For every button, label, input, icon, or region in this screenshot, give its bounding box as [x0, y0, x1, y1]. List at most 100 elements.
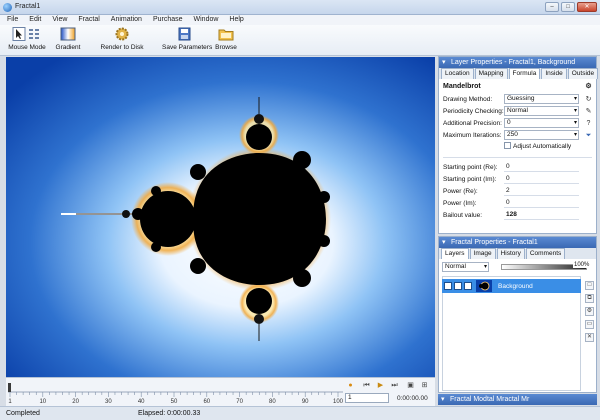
opacity-value: 100%: [573, 262, 591, 268]
tab-outside[interactable]: Outside: [567, 68, 599, 79]
iterations-select[interactable]: 250: [504, 130, 579, 140]
menu-window[interactable]: Window: [187, 15, 223, 25]
timeline-tick-label: 40: [138, 399, 145, 404]
layer-thumbnail: [476, 280, 492, 292]
timeline-tick-label: 60: [203, 399, 210, 404]
render-animation-button[interactable]: ▣: [406, 381, 415, 390]
fractal-properties-panel: Fractal Properties - Fractal1 Layers Ima…: [438, 236, 597, 393]
animation-timeline[interactable]: 1 10 20 30 40 50 60 70 80 90 100 ● ⏮ ▶ ⏭ ▣ ⊞ 1 0:0…: [6, 377, 435, 406]
folder-icon: [218, 29, 234, 41]
maximize-button[interactable]: □: [561, 2, 575, 12]
timeline-playhead[interactable]: [8, 383, 11, 392]
drawing-method-row: Drawing Method: Guessing ↻: [443, 94, 592, 106]
fractal-canvas[interactable]: [6, 57, 435, 377]
window-title: Fractal1: [15, 3, 41, 10]
merge-layer-icon[interactable]: ▭: [585, 320, 594, 329]
tab-layers[interactable]: Layers: [441, 248, 469, 259]
layer-list[interactable]: [442, 276, 581, 391]
power-re-input[interactable]: 2: [504, 186, 579, 196]
power-re-label: Power (Re):: [443, 188, 478, 195]
close-button[interactable]: ✕: [577, 2, 597, 12]
tab-location[interactable]: Location: [441, 68, 474, 79]
refresh-icon[interactable]: ↻: [584, 95, 593, 104]
toolbar: Mouse Mode Gradient Render to Disk Save …: [0, 25, 600, 56]
render-to-disk-label: Render to Disk: [100, 44, 144, 51]
bailout-label: Bailout value:: [443, 212, 483, 219]
delete-layer-icon[interactable]: ✕: [585, 333, 594, 342]
duplicate-layer-icon[interactable]: ⧉: [585, 294, 594, 303]
record-button[interactable]: ●: [346, 381, 355, 390]
precision-label: Additional Precision:: [443, 120, 502, 127]
menu-view[interactable]: View: [45, 15, 71, 25]
menu-help[interactable]: Help: [222, 15, 247, 25]
checkbox-box[interactable]: [504, 142, 511, 149]
previous-frame-button[interactable]: ⏮: [362, 381, 371, 390]
start-im-row: Starting point (Im): 0: [443, 174, 592, 186]
gradient-button[interactable]: Gradient: [54, 27, 82, 55]
minimize-button[interactable]: –: [545, 2, 559, 12]
iterations-row: Maximum Iterations: 250 ⏷: [443, 130, 592, 142]
start-im-input[interactable]: 0: [504, 174, 579, 184]
precision-row: Additional Precision: 0 ?: [443, 118, 592, 130]
drawing-method-select[interactable]: Guessing: [504, 94, 579, 104]
bottom-panel-title[interactable]: Fractal Modtal Mractal Mr: [438, 394, 597, 405]
save-parameters-label: Save Parameters: [162, 44, 213, 51]
start-re-input[interactable]: 0: [504, 162, 579, 172]
frame-input[interactable]: 1: [345, 393, 389, 403]
new-layer-icon[interactable]: □: [585, 281, 594, 290]
tab-formula[interactable]: Formula: [508, 68, 541, 79]
timeline-tick-label: 1: [8, 399, 12, 404]
layer-properties-icon[interactable]: ⚙: [585, 307, 594, 316]
menu-file[interactable]: File: [0, 15, 22, 25]
tab-image[interactable]: Image: [469, 248, 496, 259]
timeline-settings-button[interactable]: ⊞: [420, 381, 429, 390]
play-button[interactable]: ▶: [376, 381, 385, 390]
mandelbrot-image[interactable]: [6, 57, 435, 377]
precision-select[interactable]: 0: [504, 118, 579, 128]
mouse-mode-button[interactable]: Mouse Mode: [6, 27, 48, 55]
elapsed-time: Elapsed: 0:00:00.33: [138, 410, 201, 417]
render-to-disk-button[interactable]: Render to Disk: [100, 27, 144, 55]
layer-row-background[interactable]: Background: [442, 279, 581, 293]
tab-inside[interactable]: Inside: [541, 68, 567, 79]
collapse-icon[interactable]: ⏷: [584, 131, 593, 140]
layer-properties-title[interactable]: Layer Properties - Fractal1, Background: [439, 57, 596, 68]
edit-icon[interactable]: ✎: [584, 107, 593, 116]
next-frame-button[interactable]: ⏭: [390, 381, 399, 390]
layer-name: Background: [498, 283, 533, 290]
timeline-tick-label: 50: [171, 399, 178, 404]
adjust-automatically-checkbox[interactable]: Adjust Automatically: [443, 142, 592, 154]
tab-comments[interactable]: Comments: [525, 248, 566, 259]
fractal-properties-title[interactable]: Fractal Properties - Fractal1: [439, 237, 596, 248]
bailout-input[interactable]: 128: [504, 210, 579, 220]
help-icon[interactable]: ?: [584, 119, 593, 128]
tab-mapping[interactable]: Mapping: [474, 68, 508, 79]
power-im-input[interactable]: 0: [504, 198, 579, 208]
tab-history[interactable]: History: [496, 248, 525, 259]
blend-mode-select[interactable]: Normal: [442, 262, 489, 272]
adjust-automatically-label: Adjust Automatically: [513, 143, 572, 150]
timeline-ruler[interactable]: 1 10 20 30 40 50 60 70 80 90 100: [8, 382, 343, 404]
app-icon: [3, 3, 12, 12]
periodicity-label: Periodicity Checking:: [443, 108, 504, 115]
save-parameters-button[interactable]: Save Parameters: [162, 27, 213, 55]
periodicity-row: Periodicity Checking: Normal ✎: [443, 106, 592, 118]
browse-button[interactable]: Browse: [213, 27, 239, 55]
browse-label: Browse: [215, 44, 237, 51]
gear-icon: [115, 27, 129, 41]
layer-edit-icon[interactable]: [454, 282, 462, 290]
formula-name: Mandelbrot ⚙: [443, 82, 592, 94]
menu-edit[interactable]: Edit: [22, 15, 45, 25]
layer-lock-icon[interactable]: [464, 282, 472, 290]
status-text: Completed: [6, 410, 40, 417]
layer-visible-icon[interactable]: [444, 282, 452, 290]
menu-animation[interactable]: Animation: [104, 15, 146, 25]
formula-browse-icon[interactable]: ⚙: [584, 82, 593, 91]
power-im-label: Power (Im):: [443, 200, 477, 207]
bailout-row: Bailout value: 128: [443, 210, 592, 222]
menu-purchase[interactable]: Purchase: [146, 15, 187, 25]
timeline-tick-label: 100: [333, 399, 343, 404]
periodicity-select[interactable]: Normal: [504, 106, 579, 116]
status-bar: Completed Elapsed: 0:00:00.33: [0, 406, 600, 420]
menu-fractal[interactable]: Fractal: [71, 15, 103, 25]
